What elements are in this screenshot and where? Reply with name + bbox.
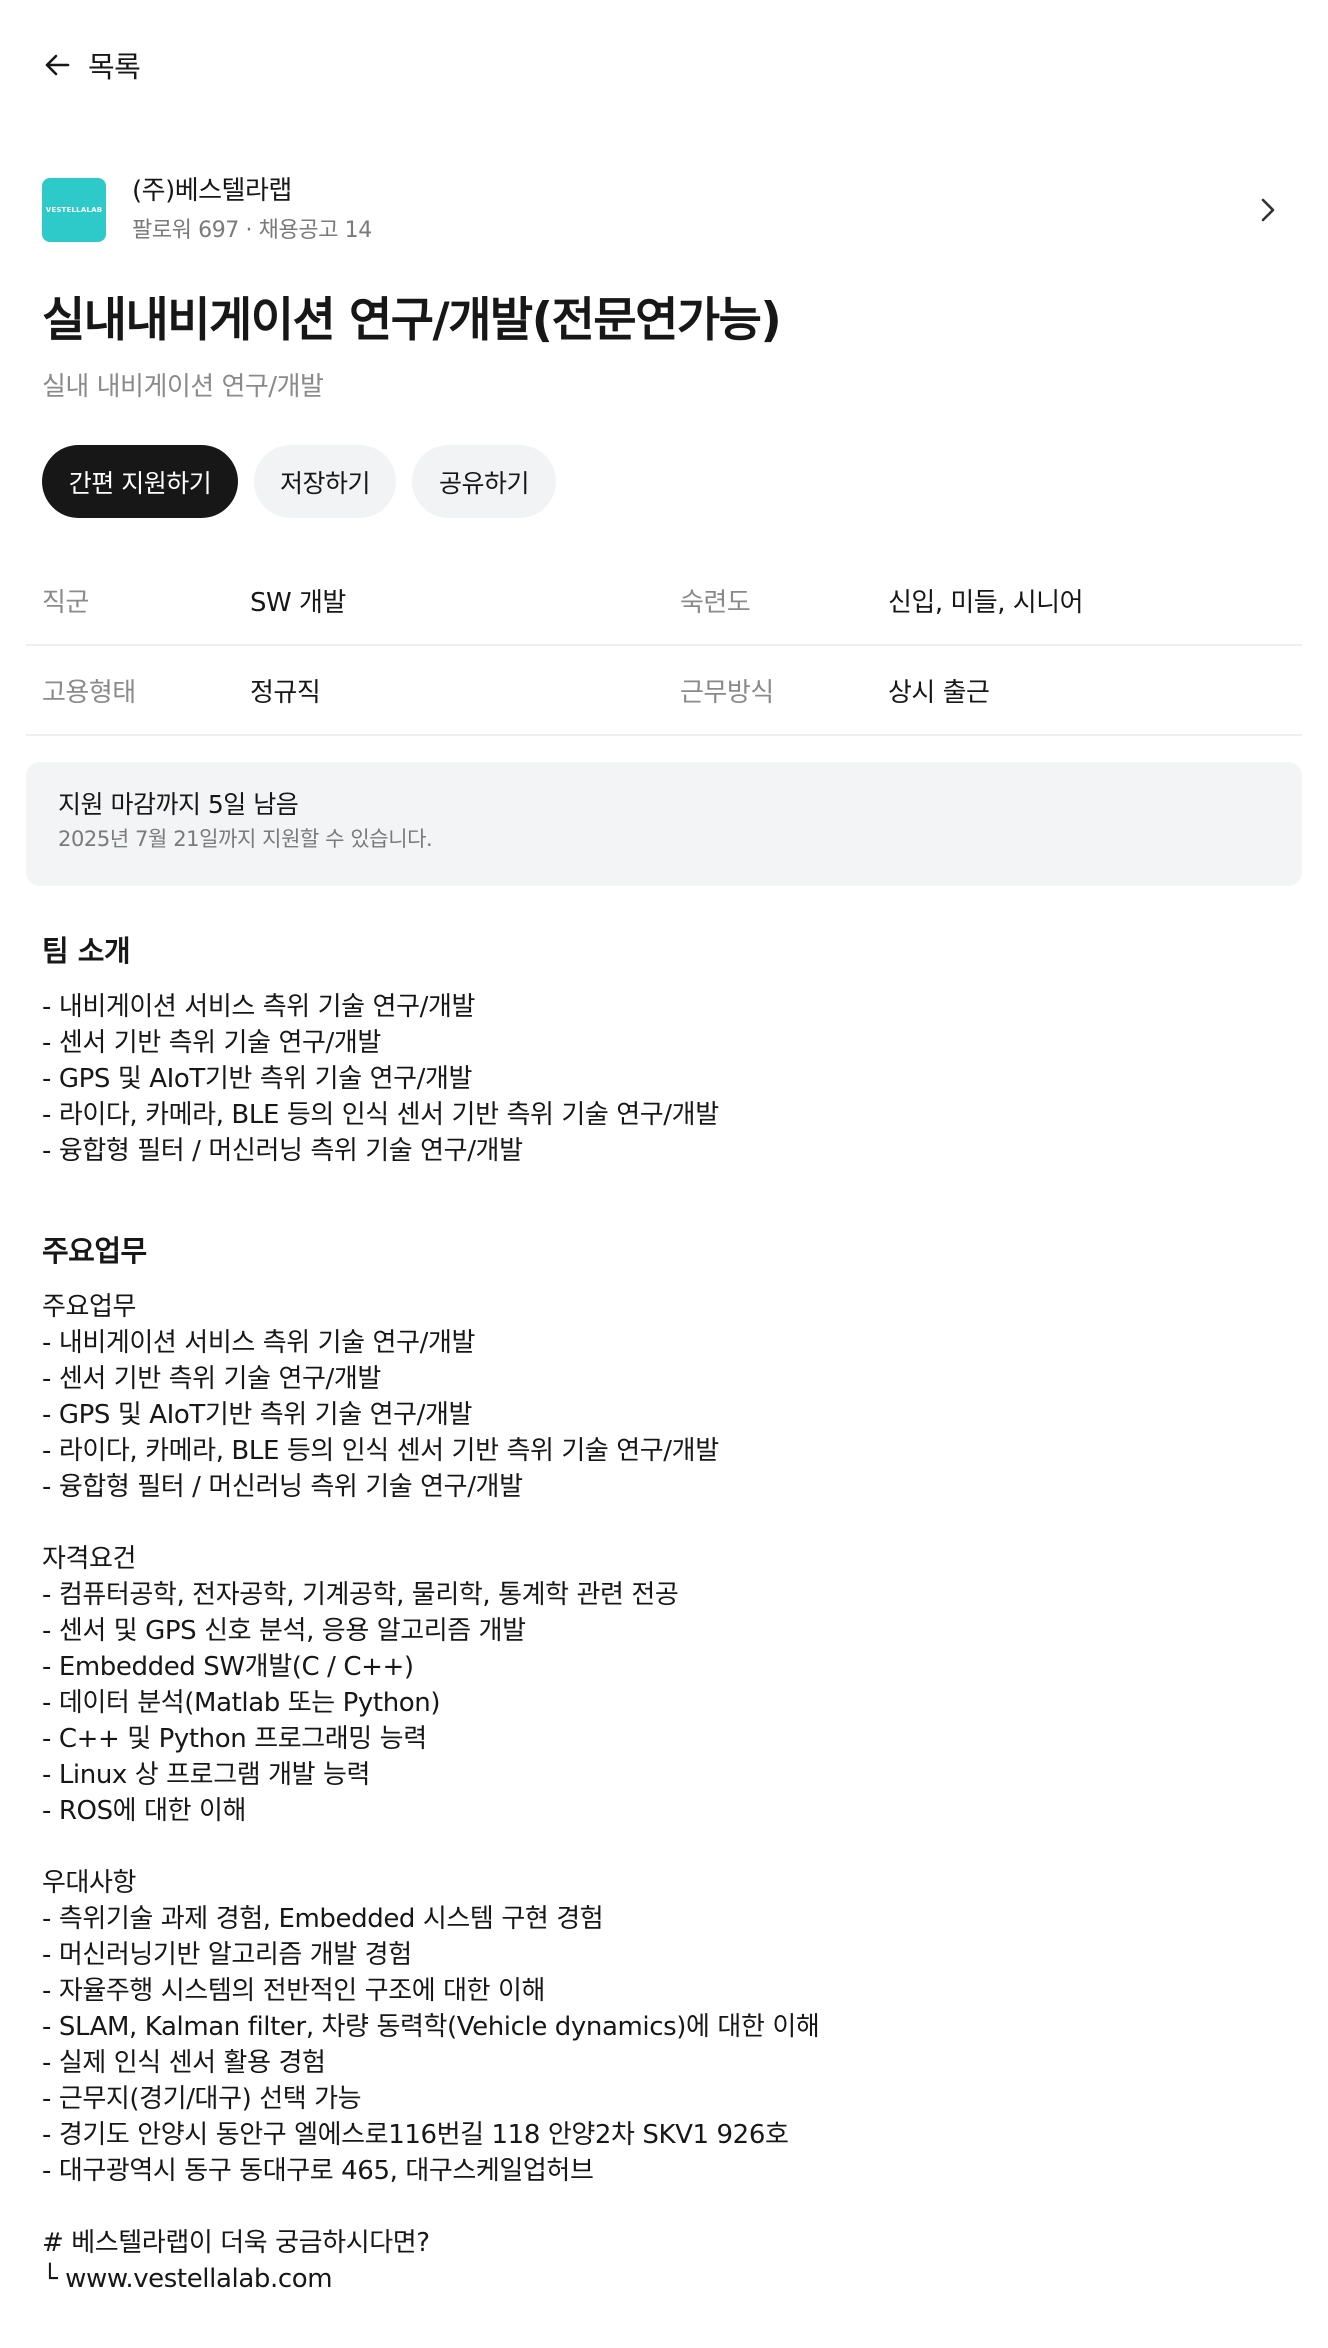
chevron-right-icon [1258,195,1278,225]
duties-line: - 데이터 분석(Matlab 또는 Python) [42,1688,441,1718]
duties-line [42,1505,819,1541]
duties-line: 주요업무 [42,1292,137,1322]
duties-line: - 측위기술 과제 경험, Embedded 시스템 구현 경험 [42,1904,604,1934]
company-name: (주)베스텔라랩 [132,176,292,206]
quick-apply-button[interactable]: 간편 지원하기 [42,445,238,518]
company-logo: VESTELLALAB [42,178,106,242]
info-label-job-group: 직군 [42,587,89,618]
company-logo-text: VESTELLALAB [45,206,103,214]
back-to-list-button[interactable]: 목록 [42,40,141,90]
info-value-job-group: SW 개발 [250,587,346,618]
deadline-notice: 지원 마감까지 5일 남음 2025년 7월 21일까지 지원할 수 있습니다. [26,762,1302,886]
team-line: - 센서 기반 측위 기술 연구/개발 [42,1028,381,1058]
info-value-employment-type: 정규직 [250,677,321,708]
share-button[interactable]: 공유하기 [412,445,556,518]
duties-line: # 베스텔라랩이 더욱 궁금하시다면? [42,2228,430,2258]
duties-line: - C++ 및 Python 프로그래밍 능력 [42,1724,427,1754]
job-detail-page: 목록 VESTELLALAB (주)베스텔라랩 팔로워 697 · 채용공고 1… [0,0,1328,2348]
company-info: (주)베스텔라랩 팔로워 697 · 채용공고 14 [132,173,1258,247]
duties-section-body: 주요업무 - 내비게이션 서비스 측위 기술 연구/개발 - 센서 기반 측위 … [42,1289,820,2297]
duties-line: - SLAM, Kalman filter, 차량 동력학(Vehicle dy… [42,2012,820,2042]
team-section-heading: 팀 소개 [42,934,131,968]
job-subtitle: 실내 내비게이션 연구/개발 [42,372,324,402]
duties-line: 자격요건 [42,1544,137,1574]
job-info-table: 직군 SW 개발 숙련도 신입, 미들, 시니어 고용형태 정규직 근무방식 상… [26,556,1302,736]
team-section-body: - 내비게이션 서비스 측위 기술 연구/개발 - 센서 기반 측위 기술 연구… [42,989,719,1169]
team-line: - 라이다, 카메라, BLE 등의 인식 센서 기반 측위 기술 연구/개발 [42,1100,719,1130]
info-value-experience: 신입, 미들, 시니어 [888,587,1084,618]
info-row: 고용형태 정규직 근무방식 상시 출근 [26,646,1302,736]
duties-line: - 대구광역시 동구 동대구로 465, 대구스케일업허브 [42,2156,594,2186]
duties-line: 우대사항 [42,1868,137,1898]
job-title: 실내내비게이션 연구/개발(전문연가능) [42,293,782,348]
duties-line: - GPS 및 AIoT기반 측위 기술 연구/개발 [42,1400,473,1430]
duties-line: - 융합형 필터 / 머신러닝 측위 기술 연구/개발 [42,1472,523,1502]
duties-line: - 내비게이션 서비스 측위 기술 연구/개발 [42,1328,475,1358]
duties-line [42,1829,819,1865]
duties-line: - ROS에 대한 이해 [42,1796,247,1826]
info-label-employment-type: 고용형태 [42,677,136,708]
company-meta: 팔로워 697 · 채용공고 14 [132,218,372,243]
duties-line: - 자율주행 시스템의 전반적인 구조에 대한 이해 [42,1976,546,2006]
back-label: 목록 [88,50,141,84]
duties-line: - 컴퓨터공학, 전자공학, 기계공학, 물리학, 통계학 관련 전공 [42,1580,679,1610]
team-line: - 내비게이션 서비스 측위 기술 연구/개발 [42,992,475,1022]
info-row: 직군 SW 개발 숙련도 신입, 미들, 시니어 [26,556,1302,646]
duties-line: - 센서 및 GPS 신호 분석, 응용 알고리즘 개발 [42,1616,526,1646]
arrow-left-icon [42,50,72,80]
duties-line: - 머신러닝기반 알고리즘 개발 경험 [42,1940,412,1970]
action-buttons: 간편 지원하기 저장하기 공유하기 [42,445,556,518]
duties-line: - Embedded SW개발(C / C++) [42,1652,414,1682]
duties-line: - 근무지(경기/대구) 선택 가능 [42,2084,362,2114]
duties-section-heading: 주요업무 [42,1234,147,1268]
duties-line: - 센서 기반 측위 기술 연구/개발 [42,1364,381,1394]
duties-line: └ www.vestellalab.com [42,2264,333,2294]
duties-line: - 라이다, 카메라, BLE 등의 인식 센서 기반 측위 기술 연구/개발 [42,1436,719,1466]
duties-line: - Linux 상 프로그램 개발 능력 [42,1760,371,1790]
deadline-title: 지원 마감까지 5일 남음 [58,790,299,819]
info-label-work-style: 근무방식 [680,677,774,708]
duties-line [42,2189,819,2225]
team-line: - GPS 및 AIoT기반 측위 기술 연구/개발 [42,1064,473,1094]
deadline-subtitle: 2025년 7월 21일까지 지원할 수 있습니다. [58,827,433,851]
info-label-experience: 숙련도 [680,587,751,618]
duties-line: - 실제 인식 센서 활용 경험 [42,2048,326,2078]
team-line: - 융합형 필터 / 머신러닝 측위 기술 연구/개발 [42,1136,523,1166]
info-value-work-style: 상시 출근 [888,677,990,708]
save-button[interactable]: 저장하기 [254,445,396,518]
duties-line: - 경기도 안양시 동안구 엘에스로116번길 118 안양2차 SKV1 92… [42,2120,789,2150]
company-card[interactable]: VESTELLALAB (주)베스텔라랩 팔로워 697 · 채용공고 14 [42,170,1286,250]
